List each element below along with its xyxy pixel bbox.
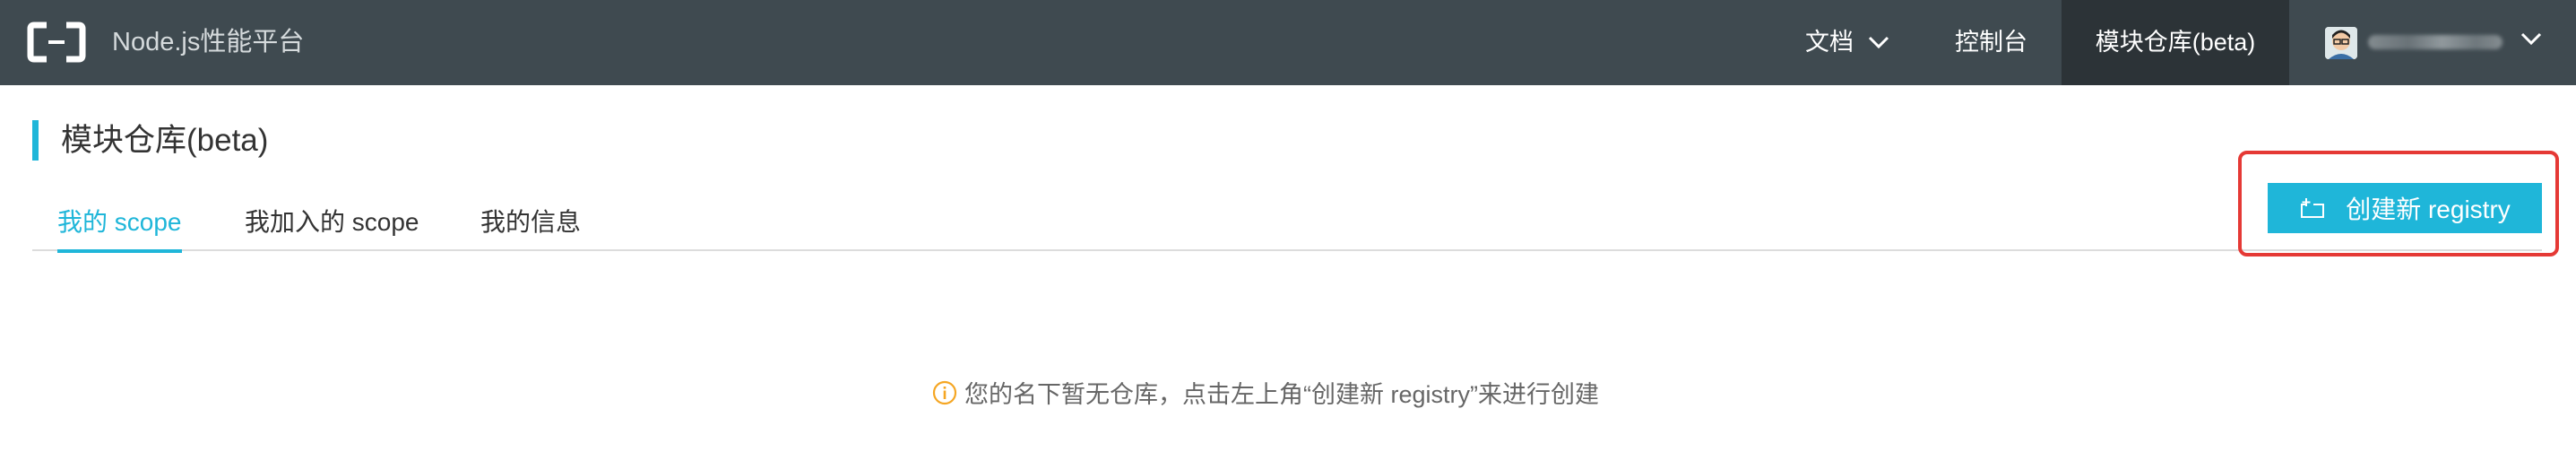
create-registry-label: 创建新 registry	[2346, 196, 2511, 223]
tab-my-info[interactable]: 我的信息	[480, 203, 581, 249]
info-circle-icon	[932, 380, 957, 405]
tab-joined-scope[interactable]: 我加入的 scope	[245, 203, 419, 249]
empty-state-message: 您的名下暂无仓库，点击左上角“创建新 registry”来进行创建	[932, 375, 1599, 410]
title-accent-bar	[32, 120, 39, 161]
logo-icon[interactable]	[27, 22, 86, 63]
brand-name[interactable]: Node.js性能平台	[112, 0, 304, 85]
add-folder-icon	[2299, 197, 2326, 219]
top-navbar: Node.js性能平台 文档 控制台 模块仓库(beta)	[0, 0, 2576, 85]
create-registry-button[interactable]: 创建新 registry	[2268, 183, 2542, 233]
empty-state-text: 您的名下暂无仓库，点击左上角“创建新 registry”来进行创建	[964, 381, 1599, 408]
avatar	[2325, 27, 2357, 59]
nav-modules-active[interactable]: 模块仓库(beta)	[2062, 0, 2289, 85]
user-menu[interactable]	[2325, 0, 2567, 85]
chevron-down-icon	[1868, 0, 1889, 83]
nav-docs-label: 文档	[1805, 29, 1854, 56]
nav-console[interactable]: 控制台	[1955, 0, 2027, 85]
nav-docs[interactable]: 文档	[1805, 0, 1889, 85]
username-redacted	[2368, 35, 2503, 49]
page-title: 模块仓库(beta)	[61, 123, 269, 158]
chevron-down-icon	[2520, 32, 2542, 49]
tab-my-scope[interactable]: 我的 scope	[57, 203, 182, 253]
tab-bar: 我的 scope 我加入的 scope 我的信息	[32, 187, 2542, 253]
